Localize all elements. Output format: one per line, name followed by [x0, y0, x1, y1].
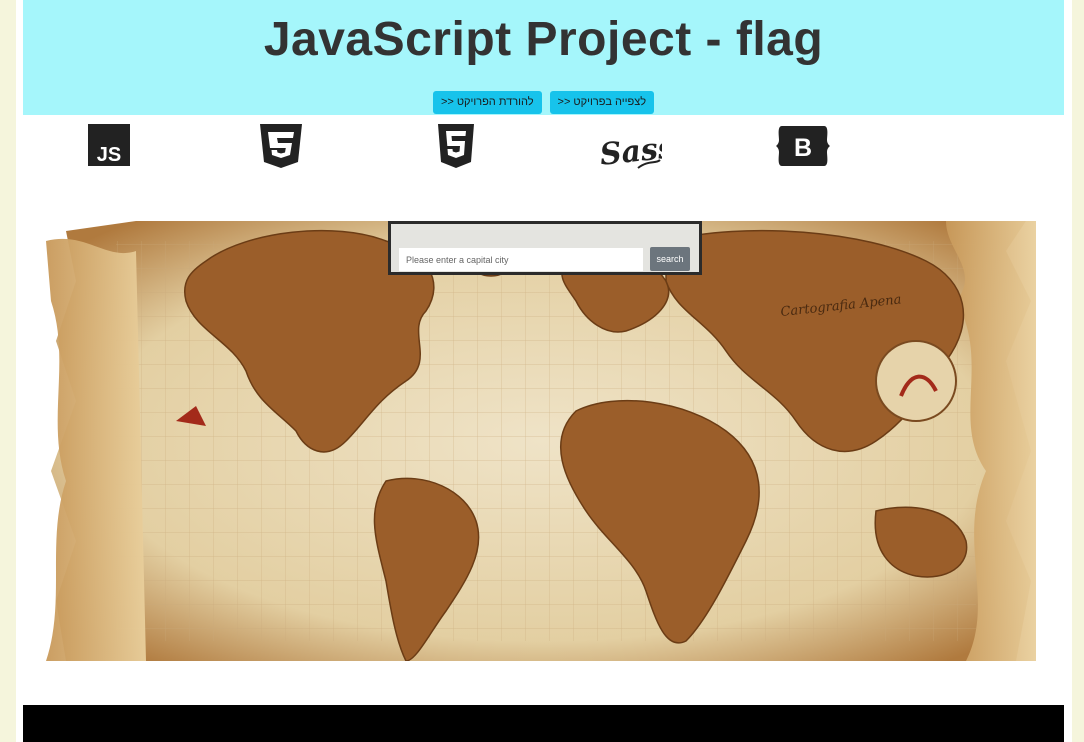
svg-text:B: B [794, 134, 812, 162]
tech-icons-row: JS Sass B [16, 124, 1072, 184]
page-container: JavaScript Project - flag להורדת הפרויקט… [16, 0, 1072, 742]
svg-text:Sass: Sass [598, 130, 662, 173]
page-title: JavaScript Project - flag [263, 13, 824, 66]
hero-header: JavaScript Project - flag להורדת הפרויקט… [23, 0, 1064, 115]
search-panel: search [388, 221, 702, 275]
js-icon: JS [88, 124, 130, 166]
sass-icon: Sass [598, 130, 662, 173]
project-buttons: להורדת הפרויקט << לצפייה בפרויקט << [23, 91, 1064, 114]
download-project-button[interactable]: להורדת הפרויקט << [432, 91, 542, 114]
svg-text:JS: JS [97, 144, 121, 166]
html5-icon [438, 124, 474, 168]
world-map-image: Cartografia Apena [46, 221, 1036, 661]
bootstrap-icon: B [776, 126, 830, 166]
search-button[interactable]: search [650, 247, 690, 271]
footer-bar [23, 705, 1064, 742]
capital-city-search-input[interactable] [399, 248, 643, 271]
view-project-button[interactable]: לצפייה בפרויקט << [549, 91, 655, 114]
css3-icon [260, 124, 302, 168]
